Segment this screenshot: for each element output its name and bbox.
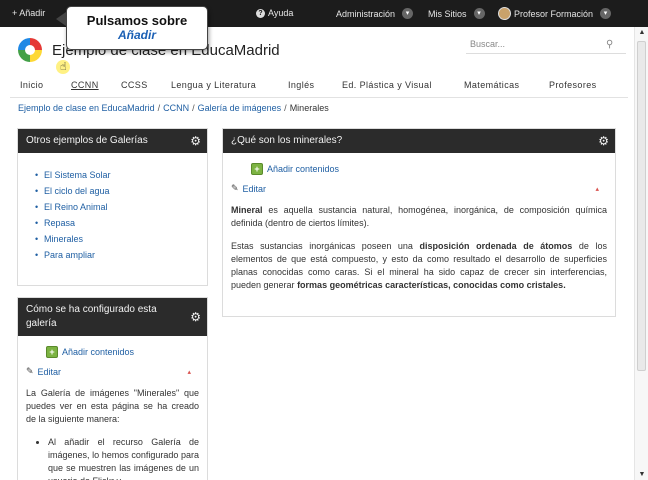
config-paragraph: La Galería de imágenes "Minerales" que p… bbox=[26, 388, 199, 424]
gallery-link[interactable]: El Sistema Solar bbox=[44, 170, 111, 180]
edit-label: Editar bbox=[37, 366, 62, 377]
description-emphasis: disposición ordenada de átomos bbox=[419, 241, 573, 251]
add-menu-button[interactable]: + Añadir bbox=[12, 8, 45, 18]
portlet-title: Cómo se ha configurado esta galería bbox=[26, 304, 157, 329]
chevron-down-icon: ▾ bbox=[402, 8, 414, 19]
add-content-label: Añadir contenidos bbox=[62, 347, 135, 357]
list-item: El Reino Animal bbox=[35, 202, 197, 212]
portlet-header: Otros ejemplos de Galerías ⚙ bbox=[18, 129, 207, 153]
config-bullet-list: Al añadir el recurso Galería de imágenes… bbox=[26, 436, 199, 480]
search-input[interactable]: Buscar... bbox=[466, 36, 626, 54]
edit-link[interactable]: ✎ Editar ▴ bbox=[231, 183, 607, 194]
breadcrumb-separator: / bbox=[157, 103, 161, 113]
pencil-icon: ✎ bbox=[231, 183, 239, 193]
help-button[interactable]: ? Ayuda bbox=[256, 8, 293, 18]
breadcrumb-current: Minerales bbox=[289, 103, 329, 113]
edit-link[interactable]: ✎ Editar ▴ bbox=[26, 366, 199, 377]
help-label: Ayuda bbox=[268, 8, 294, 18]
nav-item-ccss[interactable]: CCSS bbox=[121, 80, 148, 90]
portlet-title: Otros ejemplos de Galerías bbox=[26, 135, 148, 146]
scroll-down-arrow-icon[interactable]: ▼ bbox=[635, 471, 648, 478]
description-text: Estas sustancias inorgánicas poseen una bbox=[231, 241, 420, 251]
portlet-gallery-config: Cómo se ha configurado esta galería ⚙ + … bbox=[17, 297, 208, 480]
breadcrumb-link-site[interactable]: Ejemplo de clase en EducaMadrid bbox=[18, 103, 155, 113]
add-content-link[interactable]: + Añadir contenidos bbox=[251, 163, 607, 175]
nav-item-ingles[interactable]: Inglés bbox=[288, 80, 314, 90]
my-sites-menu-button[interactable]: Mis Sitios ▾ bbox=[428, 8, 485, 19]
edit-label: Editar bbox=[242, 183, 267, 194]
site-logo[interactable] bbox=[18, 38, 42, 62]
tooltip-subtitle: Añadir bbox=[117, 28, 156, 42]
mineral-definition-text: es aquella sustancia natural, homogénea,… bbox=[231, 205, 607, 228]
nav-item-ccnn[interactable]: CCNN bbox=[71, 80, 99, 90]
edit-controls-icon[interactable]: ▴ bbox=[187, 368, 191, 376]
admin-menu-button[interactable]: Administración ▾ bbox=[336, 8, 414, 19]
avatar bbox=[498, 7, 511, 20]
portlet-header: ¿Qué son los minerales? ⚙ bbox=[223, 129, 615, 153]
add-content-label: Añadir contenidos bbox=[267, 164, 340, 174]
pencil-icon: ✎ bbox=[26, 366, 34, 376]
breadcrumb: Ejemplo de clase en EducaMadrid / CCNN / Gal… bbox=[18, 103, 329, 113]
nav-item-lengua[interactable]: Lengua y Literatura bbox=[171, 80, 256, 90]
portlet-body: El Sistema Solar El ciclo del agua El Re… bbox=[18, 153, 207, 274]
page-scrollbar[interactable]: ▲ ▼ bbox=[634, 27, 648, 480]
breadcrumb-link-ccnn[interactable]: CCNN bbox=[163, 103, 189, 113]
nav-item-matematicas[interactable]: Matemáticas bbox=[464, 80, 519, 90]
mineral-term: Mineral bbox=[231, 205, 263, 215]
search-icon[interactable]: ⚲ bbox=[606, 39, 613, 50]
mineral-description: Estas sustancias inorgánicas poseen una … bbox=[231, 240, 607, 292]
list-item: El ciclo del agua bbox=[35, 186, 197, 196]
list-item: Minerales bbox=[35, 234, 197, 244]
nav-item-plastica[interactable]: Ed. Plástica y Visual bbox=[342, 80, 432, 90]
my-sites-label: Mis Sitios bbox=[428, 8, 467, 19]
breadcrumb-link-gallery[interactable]: Galería de imágenes bbox=[198, 103, 282, 113]
portlet-body: + Añadir contenidos ✎ Editar ▴ La Galerí… bbox=[18, 336, 207, 480]
add-content-link[interactable]: + Añadir contenidos bbox=[46, 346, 199, 358]
portlet-other-galleries: Otros ejemplos de Galerías ⚙ El Sistema … bbox=[17, 128, 208, 286]
gallery-link[interactable]: Minerales bbox=[44, 234, 83, 244]
tooltip-arrow bbox=[56, 12, 66, 26]
gear-icon[interactable]: ⚙ bbox=[190, 134, 201, 148]
user-menu-button[interactable]: Profesor Formación ▾ bbox=[498, 7, 612, 20]
add-content-icon: + bbox=[46, 346, 58, 358]
add-menu-label: + Añadir bbox=[12, 8, 46, 18]
list-item: Al añadir el recurso Galería de imágenes… bbox=[48, 436, 199, 480]
help-icon: ? bbox=[256, 8, 265, 18]
portlet-what-are-minerals: ¿Qué son los minerales? ⚙ + Añadir conte… bbox=[222, 128, 616, 317]
gear-icon[interactable]: ⚙ bbox=[190, 310, 201, 324]
chevron-down-icon: ▾ bbox=[600, 8, 612, 19]
nav-item-inicio[interactable]: Inicio bbox=[20, 80, 43, 90]
chevron-down-icon: ▾ bbox=[473, 8, 485, 19]
portlet-title: ¿Qué son los minerales? bbox=[231, 135, 343, 146]
tooltip-title: Pulsamos sobre bbox=[86, 13, 188, 28]
gear-icon[interactable]: ⚙ bbox=[598, 134, 609, 148]
user-name: Profesor Formación bbox=[514, 8, 594, 19]
edit-controls-icon[interactable]: ▴ bbox=[595, 185, 599, 193]
gallery-link[interactable]: Para ampliar bbox=[44, 250, 95, 260]
gallery-link[interactable]: El ciclo del agua bbox=[44, 186, 110, 196]
gallery-links-list: El Sistema Solar El ciclo del agua El Re… bbox=[28, 170, 197, 260]
gallery-link[interactable]: El Reino Animal bbox=[44, 202, 108, 212]
breadcrumb-separator: / bbox=[284, 103, 287, 113]
portlet-header: Cómo se ha configurado esta galería ⚙ bbox=[18, 298, 207, 336]
main-navigation: Inicio CCNN CCSS Lengua y Literatura Ing… bbox=[10, 72, 628, 98]
description-emphasis: formas geométricas características, cono… bbox=[297, 280, 566, 290]
scrollbar-thumb[interactable] bbox=[637, 41, 646, 371]
list-item: Para ampliar bbox=[35, 250, 197, 260]
add-content-icon: + bbox=[251, 163, 263, 175]
list-item: Repasa bbox=[35, 218, 197, 228]
scroll-up-arrow-icon[interactable]: ▲ bbox=[635, 29, 648, 36]
breadcrumb-separator: / bbox=[192, 103, 195, 113]
portlet-body: + Añadir contenidos ✎ Editar ▴ Mineral e… bbox=[223, 153, 615, 310]
gallery-link[interactable]: Repasa bbox=[44, 218, 75, 228]
admin-menu-label: Administración bbox=[336, 8, 396, 19]
list-item: El Sistema Solar bbox=[35, 170, 197, 180]
mineral-definition: Mineral es aquella sustancia natural, ho… bbox=[231, 204, 607, 230]
nav-item-profesores[interactable]: Profesores bbox=[549, 80, 597, 90]
tooltip-callout: Pulsamos sobre Añadir bbox=[66, 6, 208, 50]
